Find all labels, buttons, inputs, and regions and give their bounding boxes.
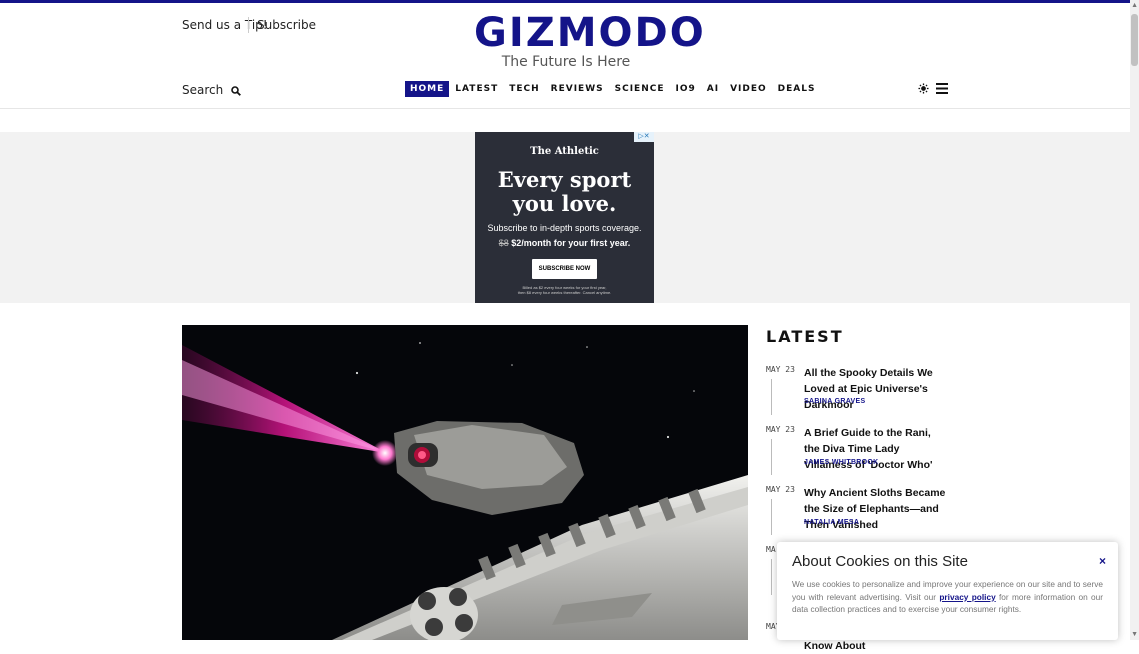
- article-author[interactable]: NATALIA MESA: [804, 519, 859, 526]
- timeline-line: [771, 559, 772, 595]
- nav-home[interactable]: HOME: [405, 81, 450, 97]
- latest-article[interactable]: MAY 23 Why Ancient Sloths Became the Siz…: [766, 485, 951, 541]
- nav-deals[interactable]: DEALS: [773, 81, 821, 97]
- article-date: MA: [766, 545, 776, 554]
- cookie-banner-text: We use cookies to personalize and improv…: [792, 578, 1103, 616]
- ad-headline-line-2: you love.: [512, 191, 617, 216]
- ad-fine-print-line-2: then $8 every four weeks thereafter. Can…: [517, 290, 612, 295]
- article-author[interactable]: JAMES WHITBROOK: [804, 459, 879, 466]
- scroll-up-icon[interactable]: ▲: [1131, 2, 1138, 9]
- nav-io9[interactable]: IO9: [670, 81, 700, 97]
- privacy-policy-link[interactable]: privacy policy: [939, 592, 995, 602]
- site-logo[interactable]: GIZMODO: [474, 9, 704, 57]
- spaceship-illustration: [182, 342, 748, 640]
- search-icon: [231, 85, 241, 96]
- search-button[interactable]: Search: [182, 83, 241, 97]
- article-headline[interactable]: All the Spooky Details We Loved at Epic …: [804, 365, 949, 413]
- main-nav: HOME LATEST TECH REVIEWS SCIENCE IO9 AI …: [405, 80, 821, 98]
- theme-toggle-icon[interactable]: [918, 83, 929, 94]
- close-icon[interactable]: ×: [1099, 554, 1106, 568]
- cookie-banner-title: About Cookies on this Site: [792, 553, 968, 570]
- nav-ai[interactable]: AI: [702, 81, 724, 97]
- ad-choices-icon[interactable]: ▷✕: [634, 132, 654, 142]
- nav-video[interactable]: VIDEO: [725, 81, 772, 97]
- nav-reviews[interactable]: REVIEWS: [546, 81, 609, 97]
- scrollbar-thumb[interactable]: [1131, 14, 1138, 66]
- latest-article[interactable]: MAY 23 A Brief Guide to the Rani, the Di…: [766, 425, 951, 481]
- ad-old-price: $8: [498, 238, 509, 248]
- timeline-line: [771, 499, 772, 535]
- article-date: MAY 23: [766, 365, 795, 374]
- header-divider: [248, 17, 249, 33]
- nav-tech[interactable]: TECH: [504, 81, 544, 97]
- timeline-line: [771, 439, 772, 475]
- ad-subscribe-button[interactable]: SUBSCRIBE NOW: [532, 259, 597, 279]
- article-author[interactable]: SABINA GRAVES: [804, 398, 865, 405]
- latest-article[interactable]: MAY 23 All the Spooky Details We Loved a…: [766, 365, 951, 421]
- cookie-banner: About Cookies on this Site × We use cook…: [777, 542, 1118, 640]
- page-scrollbar[interactable]: ▲ ▼: [1130, 0, 1139, 640]
- search-label: Search: [182, 83, 224, 97]
- advertisement[interactable]: ▷✕ The Athletic Every sport you love. Su…: [475, 132, 654, 303]
- scroll-down-icon[interactable]: ▼: [1131, 631, 1138, 638]
- site-tagline: The Future Is Here: [501, 54, 631, 70]
- ad-headline: Every sport you love.: [475, 168, 654, 216]
- ad-brand: The Athletic: [530, 146, 599, 157]
- send-tip-link[interactable]: Send us a Tip!: [182, 18, 268, 32]
- subscribe-link[interactable]: Subscribe: [257, 18, 316, 32]
- article-date: MAY 23: [766, 485, 795, 494]
- ad-price: $8 $2/month for your first year.: [475, 238, 654, 248]
- timeline-line: [771, 379, 772, 415]
- ad-fine-print: Billed as $2 every four weeks for your f…: [495, 285, 634, 295]
- ad-new-price: $2/month for your first year.: [511, 238, 631, 248]
- ad-headline-line-1: Every sport: [497, 167, 632, 192]
- hamburger-menu-icon[interactable]: [936, 83, 948, 94]
- latest-section-title: LATEST: [766, 327, 844, 346]
- nav-science[interactable]: SCIENCE: [610, 81, 670, 97]
- site-header: Send us a Tip! Subscribe GIZMODO The Fut…: [0, 3, 1130, 109]
- hero-image[interactable]: [182, 325, 748, 640]
- article-date: MAY 23: [766, 425, 795, 434]
- nav-latest[interactable]: LATEST: [450, 81, 503, 97]
- ad-subtext: Subscribe to in-depth sports coverage.: [487, 223, 642, 233]
